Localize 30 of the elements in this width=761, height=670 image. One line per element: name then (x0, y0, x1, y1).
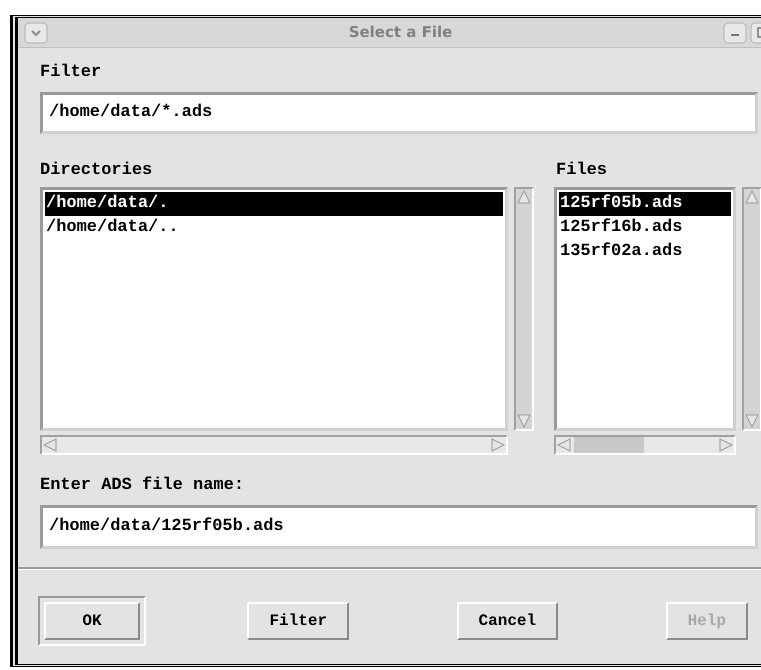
list-item[interactable]: 135rf02a.ads (559, 240, 731, 264)
scrollbar-thumb[interactable] (574, 437, 644, 453)
down-arrow-icon[interactable] (516, 413, 532, 429)
files-label: Files (555, 160, 608, 182)
vertical-scrollbar[interactable] (514, 187, 534, 431)
list-item[interactable]: /home/data/. (45, 192, 503, 216)
right-arrow-icon[interactable] (718, 437, 734, 453)
list-item[interactable]: /home/data/.. (45, 216, 503, 240)
dialog-button[interactable]: OK (44, 602, 140, 640)
directories-label: Directories (40, 160, 154, 182)
dialog-button[interactable]: Filter (247, 602, 350, 640)
left-arrow-icon[interactable] (42, 437, 58, 453)
left-arrow-icon[interactable] (556, 437, 572, 453)
horizontal-scrollbar[interactable] (554, 435, 736, 455)
list-item[interactable]: 125rf16b.ads (559, 216, 731, 240)
filter-field[interactable]: /home/data/*.ads (40, 92, 758, 134)
window-menu-icon[interactable] (24, 22, 48, 44)
filter-label: Filter (40, 62, 102, 84)
right-arrow-icon[interactable] (490, 437, 506, 453)
file-name-field[interactable]: /home/data/125rf05b.ads (40, 504, 758, 548)
up-arrow-icon[interactable] (744, 189, 760, 205)
up-arrow-icon[interactable] (516, 189, 532, 205)
vertical-scrollbar[interactable] (742, 187, 761, 431)
minimize-icon[interactable] (723, 22, 747, 44)
window-title: Select a File (348, 22, 454, 44)
down-arrow-icon[interactable] (744, 413, 760, 429)
file-name-label: Enter ADS file name: (40, 475, 246, 497)
horizontal-scrollbar[interactable] (40, 435, 508, 455)
list-item[interactable]: 125rf05b.ads (559, 192, 731, 216)
dialog-button[interactable]: Cancel (456, 602, 558, 640)
